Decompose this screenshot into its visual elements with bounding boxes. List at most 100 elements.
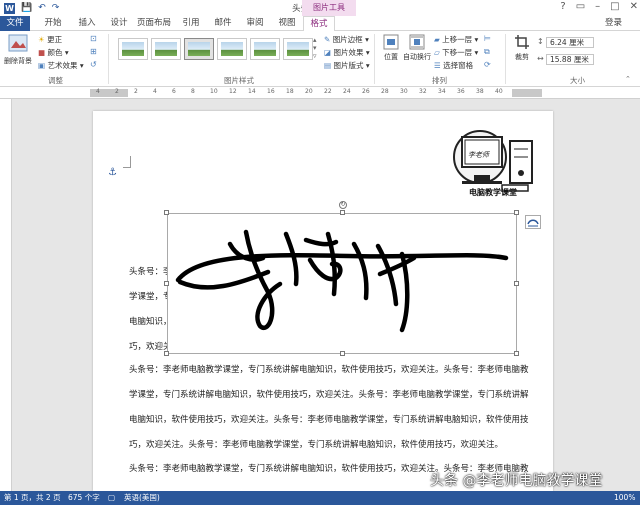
vertical-ruler[interactable] <box>0 99 12 491</box>
effects-icon: ◪ <box>324 48 332 57</box>
picture-style-1[interactable] <box>118 38 148 60</box>
picture-style-2[interactable] <box>151 38 181 60</box>
ribbon-tabs: 文件 开始 插入 设计 页面布局 引用 邮件 审阅 视图 格式 登录 <box>0 16 640 32</box>
horizontal-ruler[interactable]: 4 2 2 4 6 8 10 12 14 16 18 20 22 24 26 28 30 32 34 36 38 40 <box>0 87 640 99</box>
ruler-tick-label: 2 <box>134 88 138 95</box>
width-icon: ↔ <box>537 54 544 63</box>
paragraph-line[interactable]: 巧，欢迎关注。头条号：李老师电脑教学课堂，专门系统讲解电脑知识，软件使用技巧，欢… <box>129 439 503 451</box>
wrap-text-button[interactable]: 自动换行 <box>403 34 431 62</box>
resize-handle-e[interactable] <box>514 281 519 286</box>
anchor-icon[interactable]: ⚓ <box>108 167 117 178</box>
tab-review[interactable]: 审阅 <box>240 16 270 31</box>
picture-effects-button[interactable]: ◪ 图片效果 ▾ <box>324 47 370 58</box>
picture-layout-button[interactable]: ▤ 图片版式 ▾ <box>324 60 370 71</box>
maximize-icon[interactable]: □ <box>610 1 619 12</box>
resize-handle-n[interactable] <box>340 210 345 215</box>
gallery-scroll[interactable]: ▴ ▾ ▿ <box>313 36 317 60</box>
picture-style-4[interactable] <box>217 38 247 60</box>
paragraph-line[interactable]: 头条号：李老师电脑教学课堂，专门系统讲解电脑知识，软件使用技巧，欢迎关注。头条号… <box>129 364 529 376</box>
remove-background-icon <box>8 34 28 52</box>
tab-references[interactable]: 引用 <box>176 16 206 31</box>
bring-forward-icon: ▰ <box>434 35 440 44</box>
sign-in-link[interactable]: 登录 <box>605 16 622 31</box>
group-icon[interactable]: ⧉ <box>484 47 490 57</box>
ruler-tick-label: 40 <box>495 88 503 95</box>
ruler-tick-label: 6 <box>172 88 176 95</box>
align-icon[interactable]: ⊨ <box>484 34 491 43</box>
tab-design[interactable]: 设计 <box>104 16 134 31</box>
page-count[interactable]: 第 1 页，共 2 页 <box>4 491 61 505</box>
resize-handle-s[interactable] <box>340 351 345 356</box>
position-icon <box>383 34 399 50</box>
compress-pictures-icon[interactable]: ⊡ <box>90 34 97 43</box>
ruler-tick-label: 4 <box>96 88 100 95</box>
signature-picture[interactable] <box>167 213 517 354</box>
collapse-ribbon-icon[interactable]: ⌃ <box>625 75 631 83</box>
ruler-tick-label: 36 <box>457 88 465 95</box>
selection-pane-button[interactable]: ☰ 选择窗格 <box>434 60 473 71</box>
zoom-level[interactable]: 100% <box>614 491 635 505</box>
ribbon-separator <box>505 34 506 84</box>
ruler-tick-label: 30 <box>400 88 408 95</box>
picture-style-3[interactable] <box>184 38 214 60</box>
paragraph-line[interactable]: 电脑知识， <box>129 316 172 328</box>
tab-file[interactable]: 文件 <box>0 16 30 31</box>
watermark-text: 头条 @李老师电脑教学课堂 <box>430 473 603 489</box>
wrap-text-icon <box>409 34 425 50</box>
sun-icon: ☀ <box>38 35 45 44</box>
word-count[interactable]: 675 个字 <box>68 491 100 505</box>
paragraph-line[interactable]: 电脑知识，软件使用技巧，欢迎关注。头条号：李老师电脑教学课堂，专门系统讲解电脑知… <box>129 414 529 426</box>
paragraph-line[interactable]: 头条号：李 <box>129 266 172 278</box>
resize-handle-se[interactable] <box>514 351 519 356</box>
resize-handle-w[interactable] <box>164 281 169 286</box>
proofing-icon[interactable]: ▢ <box>108 491 115 505</box>
resize-handle-sw[interactable] <box>164 351 169 356</box>
ribbon-format: 删除背景 ☀ 更正 ■ 颜色 ▾ ▣ 艺术效果 ▾ ⊡ ⊞ ↺ 调整 ▴ ▾ ▿ ✎… <box>0 31 640 87</box>
tab-view[interactable]: 视图 <box>272 16 302 31</box>
title-bar: W 💾 ↶ ↷ 头条号 - Word 图片工具 ? ▭ – □ ✕ <box>0 0 640 16</box>
ribbon-options-icon[interactable]: ▭ <box>576 1 585 12</box>
tab-format[interactable]: 格式 <box>303 16 335 32</box>
picture-style-6[interactable] <box>283 38 313 60</box>
arrange-group-label: 排列 <box>432 76 447 85</box>
help-icon[interactable]: ? <box>560 1 565 12</box>
paragraph-line[interactable]: 学课堂，专 <box>129 291 172 303</box>
tab-page-layout[interactable]: 页面布局 <box>134 16 174 31</box>
tab-mailings[interactable]: 邮件 <box>208 16 238 31</box>
tab-home[interactable]: 开始 <box>38 16 68 31</box>
height-spinner[interactable]: 6.24 厘米 <box>546 37 594 48</box>
send-backward-icon: ▱ <box>434 48 440 57</box>
corrections-button[interactable]: ☀ 更正 <box>38 34 62 45</box>
pencil-icon: ✎ <box>324 35 331 44</box>
width-spinner[interactable]: 15.88 厘米 <box>546 54 594 65</box>
minimize-icon[interactable]: – <box>595 1 600 12</box>
picture-style-5[interactable] <box>250 38 280 60</box>
layout-options-button[interactable] <box>525 215 541 229</box>
crop-button[interactable]: 裁剪 <box>510 34 534 62</box>
close-icon[interactable]: ✕ <box>630 1 638 12</box>
status-bar: 第 1 页，共 2 页 675 个字 ▢ 英语(美国) 100% <box>0 491 640 505</box>
ribbon-separator <box>108 34 109 84</box>
ruler-tick-label: 8 <box>191 88 195 95</box>
ruler-tick-label: 28 <box>381 88 389 95</box>
resize-handle-nw[interactable] <box>164 210 169 215</box>
color-button[interactable]: ■ 颜色 ▾ <box>38 47 69 58</box>
reset-picture-icon[interactable]: ↺ <box>90 60 97 69</box>
picture-border-button[interactable]: ✎ 图片边框 ▾ <box>324 34 369 45</box>
bring-forward-button[interactable]: ▰ 上移一层 ▾ <box>434 34 478 45</box>
remove-background-button[interactable]: 删除背景 <box>3 34 33 66</box>
rotate-icon[interactable]: ⟳ <box>484 60 491 69</box>
ruler-tick-label: 18 <box>286 88 294 95</box>
position-button[interactable]: 位置 <box>380 34 402 62</box>
ruler-tick-label: 10 <box>210 88 218 95</box>
tab-insert[interactable]: 插入 <box>72 16 102 31</box>
paragraph-line[interactable]: 学课堂，专门系统讲解电脑知识，软件使用技巧，欢迎关注。头条号：李老师电脑教学课堂… <box>129 389 529 401</box>
language-indicator[interactable]: 英语(美国) <box>124 491 160 505</box>
artistic-effects-button[interactable]: ▣ 艺术效果 ▾ <box>38 60 84 71</box>
resize-handle-ne[interactable] <box>514 210 519 215</box>
send-backward-button[interactable]: ▱ 下移一层 ▾ <box>434 47 478 58</box>
ruler-tick-label: 2 <box>115 88 119 95</box>
change-picture-icon[interactable]: ⊞ <box>90 47 97 56</box>
window-controls: ? ▭ – □ ✕ <box>560 1 638 12</box>
rotate-handle[interactable]: ↻ <box>339 201 347 209</box>
